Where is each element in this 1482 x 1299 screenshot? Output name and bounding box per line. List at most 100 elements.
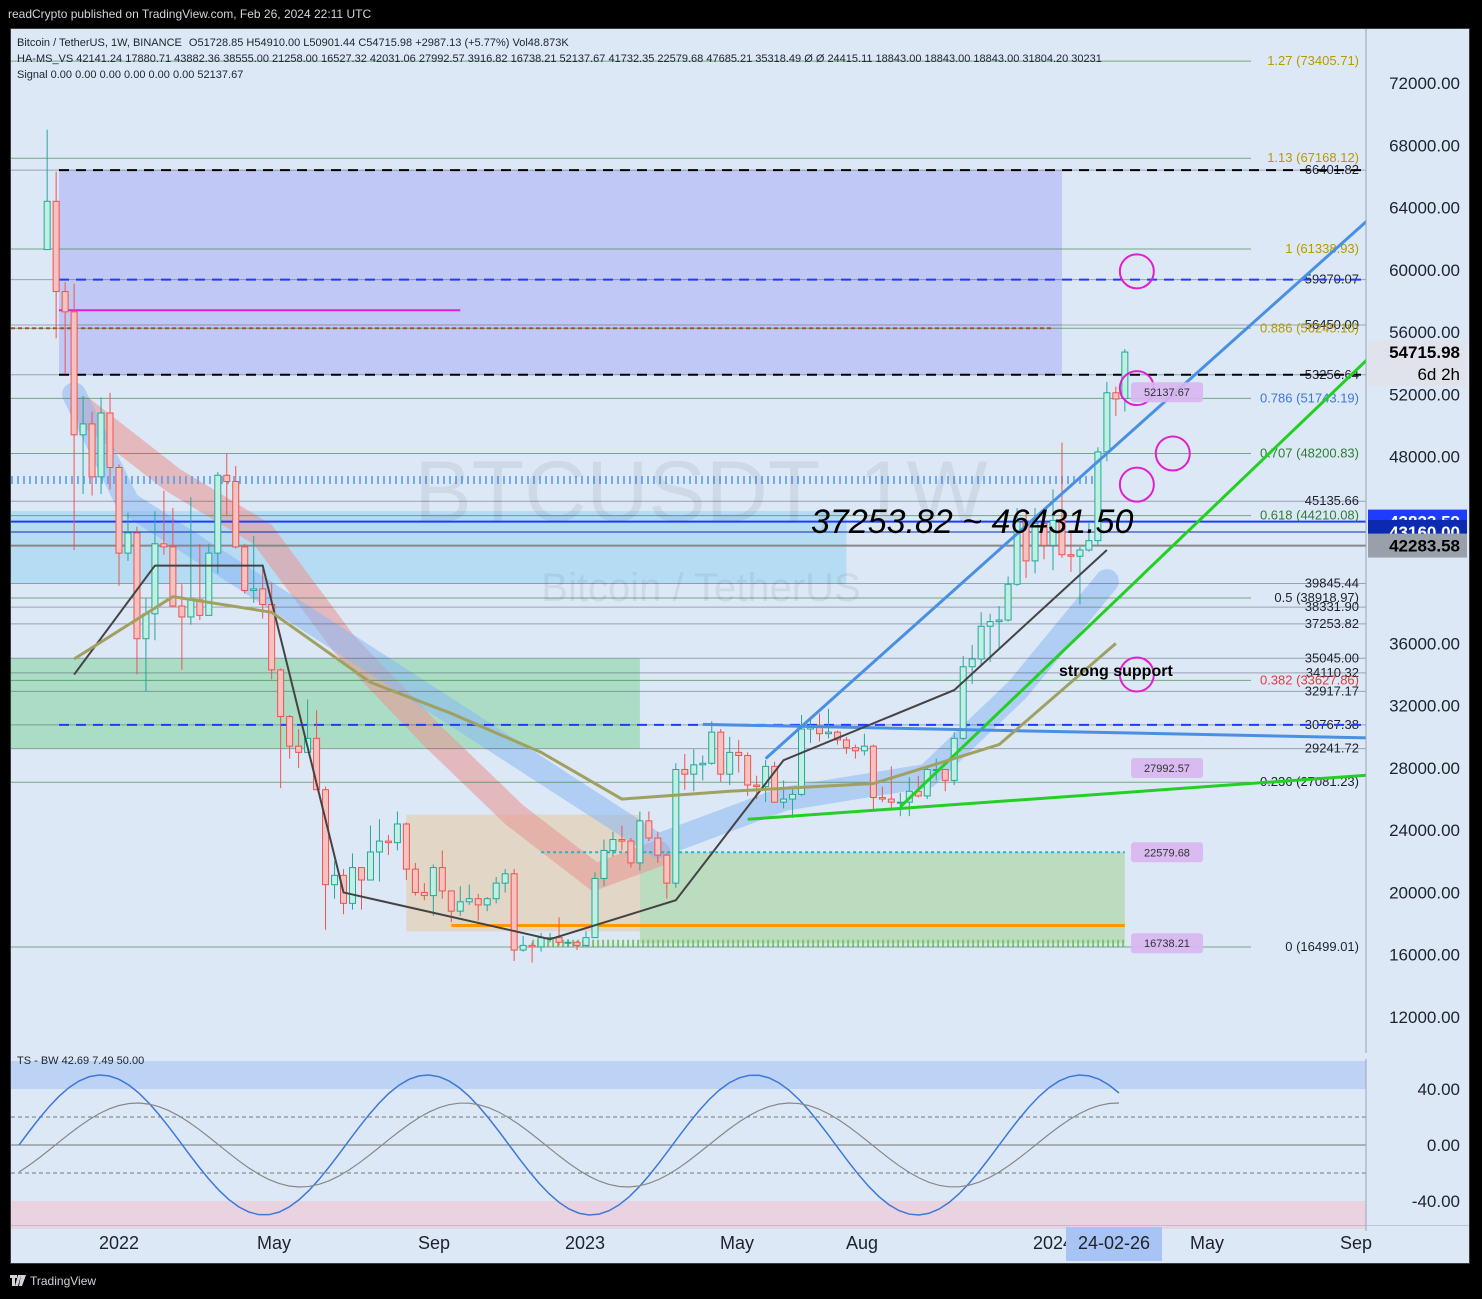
candle[interactable] [968,658,976,668]
tradingview-logo-icon[interactable] [10,1273,26,1287]
candle[interactable] [79,423,87,436]
candle[interactable] [97,412,105,478]
candle[interactable] [672,768,680,884]
signal-legend[interactable]: Signal 0.00 0.00 0.00 0.00 0.00 0.00 521… [17,69,243,81]
candle[interactable] [52,200,60,293]
candle[interactable] [887,798,895,803]
candle[interactable] [699,762,707,766]
candle[interactable] [286,716,294,747]
candle[interactable] [726,751,734,775]
candle[interactable] [205,552,213,616]
candle[interactable] [115,466,123,554]
candle[interactable] [636,820,644,864]
candle[interactable] [591,877,599,939]
candle[interactable] [70,311,78,436]
candle[interactable] [986,621,994,627]
candle[interactable] [465,898,473,903]
candle[interactable] [438,867,446,892]
candle[interactable] [214,474,222,554]
candle[interactable] [1085,540,1093,551]
candle[interactable] [995,619,1003,623]
candle[interactable] [142,613,150,640]
candle[interactable] [88,423,96,478]
candle[interactable] [798,728,806,795]
candle[interactable] [824,731,832,735]
candle[interactable] [411,868,419,893]
candle[interactable] [375,840,383,853]
candle[interactable] [241,546,249,591]
candle[interactable] [555,937,563,943]
ha-ms-legend[interactable]: HA-MS_VS 42141.24 17880.71 43882.36 3855… [17,53,1102,65]
candle[interactable] [393,823,401,844]
candle[interactable] [61,291,69,313]
candle[interactable] [780,798,788,803]
candle[interactable] [259,588,267,605]
candle[interactable] [717,731,725,775]
candle[interactable] [456,901,464,912]
candle[interactable] [178,605,186,618]
candle[interactable] [492,882,500,900]
candle[interactable] [223,474,231,483]
candle[interactable] [483,898,491,906]
candle[interactable] [357,867,365,881]
candle[interactable] [277,669,285,718]
candle[interactable] [654,837,662,856]
candle[interactable] [564,941,572,944]
candle[interactable] [106,412,114,468]
candle[interactable] [860,745,868,752]
candle[interactable] [690,764,698,775]
candle[interactable] [510,873,518,951]
candle[interactable] [681,768,689,775]
candle[interactable] [1103,392,1111,453]
candle[interactable] [645,820,653,839]
candle[interactable] [878,797,886,800]
price-chart[interactable]: 66401.8259370.0756450.0053256.6445135.66… [11,29,1469,1053]
candle[interactable] [250,588,258,591]
candle[interactable] [941,768,949,781]
symbol-legend[interactable]: Bitcoin / TetherUS, 1W, BINANCE O51728.8… [17,37,569,49]
candle[interactable] [816,726,823,735]
candle[interactable] [663,854,671,884]
candle[interactable] [331,874,339,886]
candle[interactable] [501,873,509,884]
candle[interactable] [295,745,303,753]
time-axis[interactable]: 2022 May Sep 2023 May Aug 2024 May Sep24-02-26 [11,1225,1469,1263]
candle[interactable] [959,666,967,739]
oscillator-pane[interactable]: 40.00 0.00 -40.00 [11,1059,1469,1231]
candle[interactable] [447,890,455,912]
candle[interactable] [420,891,428,897]
candle[interactable] [1004,583,1012,621]
candle[interactable] [573,941,581,946]
candle[interactable] [1076,549,1084,557]
candle[interactable] [124,532,132,554]
candle[interactable] [744,754,752,786]
candle[interactable] [618,839,626,842]
candle[interactable] [600,849,608,879]
candle[interactable] [519,944,527,951]
candle[interactable] [537,937,545,948]
candle[interactable] [609,839,617,851]
candle[interactable] [402,823,410,870]
candle[interactable] [187,599,195,618]
candle[interactable] [842,739,850,749]
candle[interactable] [322,789,330,886]
candle[interactable] [735,751,743,756]
candle[interactable] [627,840,635,864]
oscillator-legend[interactable]: TS - BW 42.69 7.49 50.00 [17,1055,144,1067]
candle[interactable] [582,937,590,946]
candle[interactable] [977,625,985,660]
candle[interactable] [160,543,168,548]
candle[interactable] [528,944,536,948]
candle[interactable] [708,731,716,764]
candle[interactable] [384,840,392,844]
candle[interactable] [753,784,761,788]
candle[interactable] [474,898,482,906]
candle[interactable] [349,867,356,904]
candle[interactable] [151,543,159,615]
candle[interactable] [789,793,797,800]
candle[interactable] [429,867,437,897]
candle[interactable] [1067,554,1075,557]
candle[interactable] [869,745,877,799]
candle[interactable] [232,481,240,548]
candle[interactable] [851,747,859,752]
